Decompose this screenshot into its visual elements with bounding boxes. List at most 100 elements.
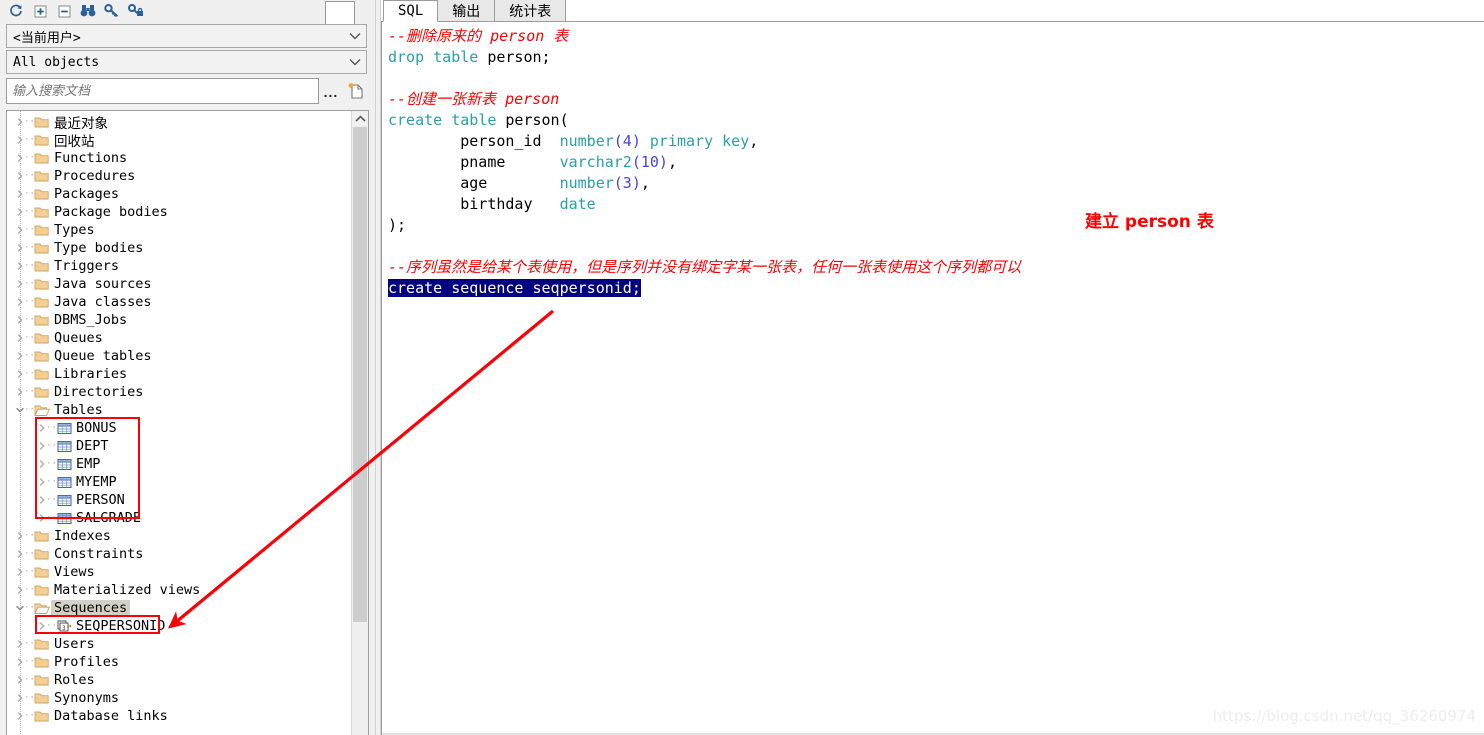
tree-node-package-bodies[interactable]: ·· Package bodies xyxy=(7,203,351,221)
tree-node-types[interactable]: ·· Types xyxy=(7,221,351,239)
code-line: pname varchar2(10), xyxy=(388,152,1484,173)
find-icon[interactable] xyxy=(76,1,100,21)
code-identifier: age xyxy=(388,174,560,192)
table-icon xyxy=(55,455,73,473)
tree-node-libraries[interactable]: ·· Libraries xyxy=(7,365,351,383)
tree-connector: ·· xyxy=(24,405,35,415)
folder-open-icon xyxy=(33,599,51,617)
browser-toolbar xyxy=(0,0,375,29)
scroll-track[interactable] xyxy=(353,622,367,735)
tree-node-label: BONUS xyxy=(76,420,117,436)
sql-code[interactable]: --删除原来的 person 表 drop table person; --创建一… xyxy=(382,22,1484,299)
expand-all-icon[interactable] xyxy=(28,1,52,21)
tree-node-tables[interactable]: ·· Tables xyxy=(7,401,351,419)
tree-connector: ·· xyxy=(24,153,35,163)
tree-node-[interactable]: ·· 回收站 xyxy=(7,131,351,150)
tree-node-label: Directories xyxy=(54,384,144,400)
tree-node-functions[interactable]: ·· Functions xyxy=(7,149,351,167)
tab-sql[interactable]: SQL xyxy=(383,0,439,22)
tree-node-dbms-jobs[interactable]: ·· DBMS_Jobs xyxy=(7,311,351,329)
tree-node-type-bodies[interactable]: ·· Type bodies xyxy=(7,239,351,257)
tree-node-seqpersonid[interactable]: ·· 3 SEQPERSONID xyxy=(7,617,351,635)
sql-editor[interactable]: --删除原来的 person 表 drop table person; --创建一… xyxy=(381,22,1484,735)
tree-node-queue-tables[interactable]: ·· Queue tables xyxy=(7,347,351,365)
code-line: ); xyxy=(388,215,1484,236)
tree-node-views[interactable]: ·· Views xyxy=(7,563,351,581)
tree-connector: ·· xyxy=(46,621,57,631)
tree-node-database-links[interactable]: ·· Database links xyxy=(7,707,351,725)
tree-node-procedures[interactable]: ·· Procedures xyxy=(7,167,351,185)
code-selected-statement: create sequence seqpersonid; xyxy=(388,279,641,297)
tab-output[interactable]: 输出 xyxy=(437,0,496,21)
tree-node-label: MYEMP xyxy=(76,474,117,490)
tree-vertical-scrollbar[interactable] xyxy=(351,111,368,735)
current-user-combo[interactable]: <当前用户> xyxy=(6,24,367,48)
folder-icon xyxy=(33,383,51,401)
tree-node-materialized-views[interactable]: ·· Materialized views xyxy=(7,581,351,599)
tree-node-label: Database links xyxy=(54,708,168,724)
tree-node-synonyms[interactable]: ·· Synonyms xyxy=(7,689,351,707)
folder-icon xyxy=(33,563,51,581)
tree-node-users[interactable]: ·· Users xyxy=(7,635,351,653)
tree-node-label: Types xyxy=(54,222,95,238)
tree-node-emp[interactable]: ·· EMP xyxy=(7,455,351,473)
scroll-up-icon[interactable] xyxy=(352,111,368,127)
tree-node-bonus[interactable]: ·· BONUS xyxy=(7,419,351,437)
tree-node-java-classes[interactable]: ·· Java classes xyxy=(7,293,351,311)
tree-connector: ·· xyxy=(24,657,35,667)
tree-node-[interactable]: ·· 最近对象 xyxy=(7,113,351,132)
object-tree[interactable]: ·· 最近对象 ·· 回收站 ·· Functions ·· Procedures ·· Pack… xyxy=(7,111,351,735)
search-options-button[interactable]: ... xyxy=(319,78,343,104)
scroll-thumb[interactable] xyxy=(353,127,367,622)
tree-node-directories[interactable]: ·· Directories xyxy=(7,383,351,401)
code-line: --创建一张新表 person xyxy=(388,89,1484,110)
key-lock-icon[interactable] xyxy=(124,1,148,21)
search-input[interactable] xyxy=(6,78,319,104)
tree-node-triggers[interactable]: ·· Triggers xyxy=(7,257,351,275)
tree-connector: ·· xyxy=(46,441,57,451)
tree-node-salgrade[interactable]: ·· SALGRADE xyxy=(7,509,351,527)
collapse-all-icon[interactable] xyxy=(52,1,76,21)
new-document-icon[interactable] xyxy=(343,78,369,104)
object-browser-panel: <当前用户> All objects ... xyxy=(0,0,375,735)
tree-node-java-sources[interactable]: ·· Java sources xyxy=(7,275,351,293)
tree-connector: ·· xyxy=(24,567,35,577)
tree-node-label: Package bodies xyxy=(54,204,168,220)
tree-node-label: Constraints xyxy=(54,546,144,562)
tree-connector: ·· xyxy=(24,387,35,397)
tree-node-constraints[interactable]: ·· Constraints xyxy=(7,545,351,563)
tree-connector: ·· xyxy=(46,423,57,433)
key-icon[interactable] xyxy=(100,1,124,21)
tree-node-label: PERSON xyxy=(76,492,125,508)
tree-node-myemp[interactable]: ·· MYEMP xyxy=(7,473,351,491)
code-number: (10) xyxy=(631,153,668,171)
tree-node-packages[interactable]: ·· Packages xyxy=(7,185,351,203)
code-line: age number(3), xyxy=(388,173,1484,194)
tree-node-label: Profiles xyxy=(54,654,120,670)
tree-connector: ·· xyxy=(24,261,35,271)
tree-connector: ·· xyxy=(24,531,35,541)
tree-connector: ·· xyxy=(24,549,35,559)
tree-connector: ·· xyxy=(46,513,57,523)
tree-node-roles[interactable]: ·· Roles xyxy=(7,671,351,689)
code-line: --序列虽然是给某个表使用，但是序列并没有绑定字某一张表，任何一张表使用这个序列… xyxy=(388,257,1484,278)
tree-node-profiles[interactable]: ·· Profiles xyxy=(7,653,351,671)
folder-icon xyxy=(33,653,51,671)
code-line: person_id number(4) primary key, xyxy=(388,131,1484,152)
code-keyword: create table xyxy=(388,111,506,129)
tree-connector: ·· xyxy=(24,603,35,613)
code-line: create sequence seqpersonid; xyxy=(388,278,1484,299)
tree-node-sequences[interactable]: ·· Sequences xyxy=(7,599,351,617)
refresh-icon[interactable] xyxy=(4,1,28,21)
object-filter-combo[interactable]: All objects xyxy=(6,50,367,74)
tree-node-person[interactable]: ·· PERSON xyxy=(7,491,351,509)
tree-node-queues[interactable]: ·· Queues xyxy=(7,329,351,347)
tree-node-indexes[interactable]: ·· Indexes xyxy=(7,527,351,545)
tree-connector: ·· xyxy=(24,117,35,127)
tab-statistics[interactable]: 统计表 xyxy=(494,0,567,21)
tree-node-dept[interactable]: ·· DEPT xyxy=(7,437,351,455)
folder-icon xyxy=(33,635,51,653)
sequence-icon: 3 xyxy=(55,617,73,635)
